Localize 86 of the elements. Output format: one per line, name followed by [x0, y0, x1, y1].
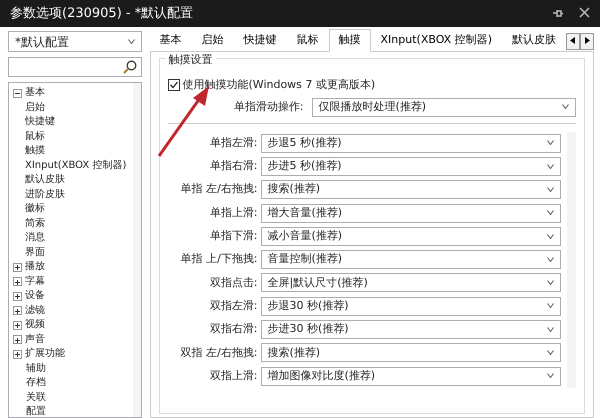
expander-icon[interactable] [13, 335, 22, 344]
scroll-left-button[interactable] [566, 32, 580, 50]
search-field[interactable] [8, 57, 142, 77]
tree-item[interactable]: 触摸 [25, 145, 45, 156]
field-label: 单指右滑: [208, 158, 258, 174]
chevron-icon [547, 303, 554, 308]
search-icon[interactable] [122, 60, 137, 74]
field-label: 单指上滑: [208, 204, 258, 221]
tab[interactable]: 触摸 [328, 28, 371, 52]
tree-item[interactable]: 存档 [26, 376, 46, 390]
tab[interactable]: 基本 [150, 28, 192, 51]
chevron-icon [547, 256, 554, 262]
dropdown[interactable]: 搜索(推荐) [260, 343, 561, 362]
right-arrow-icon [584, 37, 590, 44]
field-label: 双指右滑: [208, 321, 258, 338]
field-label: 单指 上/下拖拽: [180, 251, 258, 268]
tree-item[interactable]: 关联 [26, 390, 46, 405]
tab[interactable]: 快捷键 [234, 28, 287, 51]
dropdown[interactable]: 步退5 秒(推荐) [260, 134, 561, 153]
tree-item[interactable]: 基本 [25, 86, 45, 100]
chevron-icon [547, 326, 554, 332]
dropdown[interactable]: 增加图像对比度(推荐) [260, 366, 561, 386]
field-label: 单指左滑: [208, 134, 258, 151]
tab[interactable]: 鼠标 [286, 28, 329, 51]
tree-item[interactable]: 视频 [25, 318, 45, 332]
scrollbar[interactable] [132, 83, 141, 417]
tree-item[interactable]: 配置 [26, 405, 46, 417]
tab[interactable]: 默认皮肤 [502, 28, 566, 51]
dropdown[interactable]: 搜索(推荐) [260, 180, 561, 200]
dropdown[interactable]: 步退30 秒(推荐) [260, 296, 561, 316]
field-label: 单指下滑: [208, 228, 258, 244]
expander-icon[interactable] [13, 306, 22, 316]
tree-item[interactable]: 鼠标 [25, 130, 45, 142]
expander-icon[interactable] [13, 320, 22, 330]
chevron-icon [547, 140, 554, 146]
tree-item[interactable]: 进阶皮肤 [25, 188, 65, 200]
field-label: 双指点击: [208, 274, 258, 291]
tree-item[interactable]: 默认皮肤 [25, 174, 65, 185]
chevron-icon [562, 104, 569, 110]
dropdown[interactable]: 仅限播放时处理(推荐) [312, 98, 576, 116]
field-label: 单指滑动操作: [232, 98, 304, 115]
checkbox[interactable] [168, 79, 180, 92]
field-label: 双指 左/右拖拽: [180, 344, 258, 361]
dropdown[interactable]: 步进30 秒(推荐) [260, 320, 561, 340]
tree-item[interactable]: 扩展功能 [25, 347, 65, 362]
field-label: 单指 左/右拖拽: [180, 181, 258, 198]
left-arrow-icon [570, 37, 576, 44]
tree-item[interactable]: 快捷键 [25, 116, 55, 127]
field-label: 双指上滑: [208, 368, 258, 384]
profile-dropdown[interactable]: *默认配置 [8, 31, 142, 52]
tree-item[interactable]: 辅助 [26, 362, 46, 376]
chevron-icon [547, 186, 554, 192]
checkbox-label[interactable]: 使用触摸功能(Windows 7 或更高版本) [182, 77, 376, 94]
scroll-right-button[interactable] [580, 32, 594, 50]
tree-item[interactable]: XInput(XBOX 控制器) [25, 160, 126, 170]
expander-icon[interactable] [13, 262, 22, 272]
chevron-icon [547, 164, 554, 169]
expander-icon[interactable] [13, 88, 22, 98]
tree-item[interactable]: 界面 [25, 246, 45, 258]
tree-item[interactable]: 启始 [25, 102, 45, 112]
window-title: 参数选项(230905) - *默认配置 [10, 4, 194, 23]
dropdown[interactable]: 减小音量(推荐) [260, 226, 561, 246]
tree-item[interactable]: 简索 [25, 218, 45, 228]
tab[interactable]: XInput(XBOX 控制器) [370, 28, 502, 51]
chevron-icon [547, 350, 554, 356]
tree-item[interactable]: 徽标 [25, 203, 45, 214]
chevron-icon [547, 210, 554, 216]
field-label: 双指左滑: [208, 298, 258, 314]
chevron-icon [547, 234, 554, 239]
dropdown[interactable]: 步进5 秒(推荐) [260, 156, 561, 176]
expander-icon[interactable] [13, 277, 22, 286]
expander-icon[interactable] [13, 350, 22, 359]
chevron-icon [547, 280, 554, 286]
tree-item[interactable]: 消息 [25, 232, 45, 243]
expander-icon[interactable] [13, 292, 22, 301]
chevron-icon [128, 39, 135, 44]
tree-item[interactable]: 声音 [25, 332, 45, 347]
tab[interactable]: 启始 [192, 28, 234, 51]
dropdown[interactable]: 增大音量(推荐) [260, 204, 561, 223]
tree-item[interactable]: 播放 [25, 260, 45, 274]
dropdown[interactable]: 全屏|默认尺寸(推荐) [260, 273, 561, 292]
tree-item[interactable]: 设备 [25, 289, 45, 304]
chevron-icon [547, 373, 554, 378]
tree-item[interactable]: 字幕 [25, 274, 45, 289]
tree-item[interactable]: 滤镜 [25, 304, 45, 318]
dropdown[interactable]: 音量控制(推荐) [260, 250, 561, 270]
